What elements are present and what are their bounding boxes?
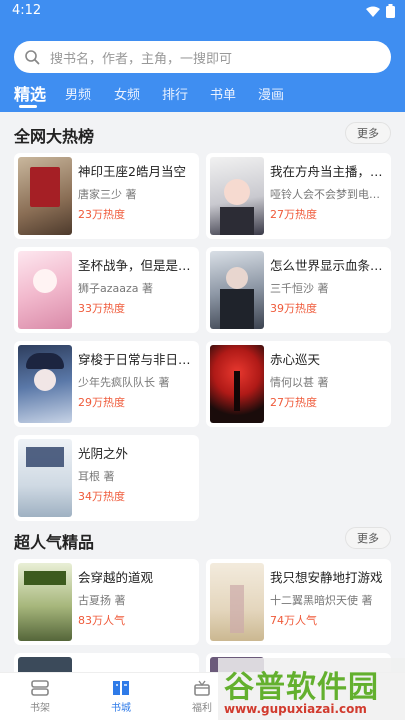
battery-icon: [386, 4, 395, 18]
active-tab-indicator: [19, 105, 37, 108]
wifi-icon: [366, 6, 380, 17]
book-cover: [18, 251, 72, 329]
book-heat: 29万热度: [78, 396, 125, 409]
book-card[interactable]: [14, 653, 199, 672]
search-placeholder: 搜书名，作者，主角，一搜即可: [50, 51, 233, 67]
category-tabs: 精选 男频 女频 排行 书单 漫画: [0, 80, 405, 108]
book-title: 我只想安静地打游戏: [270, 570, 383, 585]
more-button-hot[interactable]: 更多: [345, 122, 391, 144]
book-heat: 27万热度: [270, 208, 317, 221]
book-cover: [18, 345, 72, 423]
book-card[interactable]: 光阴之外 耳根 著 34万热度: [14, 435, 199, 521]
main-content[interactable]: 全网大热榜 更多 神印王座2皓月当空 唐家三少 著 23万热度 我在方舟当主播，…: [0, 112, 405, 672]
book-cover: [18, 657, 72, 672]
book-card[interactable]: 神印王座2皓月当空 唐家三少 著 23万热度: [14, 153, 199, 239]
book-author: 狮子azaaza 著: [78, 282, 154, 295]
watermark-url: www.gupuxiazai.com: [224, 702, 367, 716]
status-time: 4:12: [12, 3, 42, 18]
book-cover: [210, 345, 264, 423]
tab-ranking[interactable]: 排行: [162, 84, 188, 103]
book-author: 情何以甚 著: [270, 376, 329, 389]
book-author: 唐家三少 著: [78, 188, 137, 201]
watermark-text: 谷普软件园: [224, 670, 379, 705]
tab-male[interactable]: 男频: [65, 84, 91, 103]
book-card[interactable]: 我在方舟当主播，不... 哑铃人会不会梦到电子歌... 27万热度: [206, 153, 391, 239]
book-card[interactable]: 穿梭于日常与非日常... 少年先疯队队长 著 29万热度: [14, 341, 199, 427]
book-title: 怎么世界显示血条了...: [270, 258, 386, 273]
more-button-popular[interactable]: 更多: [345, 527, 391, 549]
book-title: 圣杯战争，但是是神...: [78, 258, 194, 273]
nav-label: 书架: [30, 703, 50, 714]
bookshelf-icon: [10, 677, 70, 699]
book-heat: 33万热度: [78, 302, 125, 315]
book-cover: [18, 439, 72, 517]
book-cover: [210, 157, 264, 235]
book-title: 赤心巡天: [270, 352, 321, 367]
book-heat: 83万人气: [78, 614, 125, 627]
book-card[interactable]: 怎么世界显示血条了... 三千恒沙 著 39万热度: [206, 247, 391, 333]
nav-bookshelf[interactable]: 书架: [10, 677, 70, 717]
book-author: 十二翼黑暗炽天使 著: [270, 594, 373, 607]
book-card[interactable]: 赤心巡天 情何以甚 著 27万热度: [206, 341, 391, 427]
book-author: 三千恒沙 著: [270, 282, 329, 295]
status-bar: 4:12: [0, 0, 405, 24]
tab-booklist[interactable]: 书单: [210, 84, 236, 103]
search-input[interactable]: 搜书名，作者，主角，一搜即可: [14, 41, 391, 73]
book-card[interactable]: 圣杯战争，但是是神... 狮子azaaza 著 33万热度: [14, 247, 199, 333]
book-heat: 27万热度: [270, 396, 317, 409]
nav-label: 书城: [111, 703, 131, 714]
book-title: 我在方舟当主播，不...: [270, 164, 386, 179]
status-icons: [366, 4, 395, 18]
book-title: 神印王座2皓月当空: [78, 164, 186, 179]
book-title: 穿梭于日常与非日常...: [78, 352, 194, 367]
top-header: 4:12 搜书名，作者，主角，一搜即可 精选 男频 女频 排行 书单 漫画: [0, 0, 405, 112]
book-author: 哑铃人会不会梦到电子歌...: [270, 188, 386, 201]
book-cover: [18, 157, 72, 235]
bookstore-icon: [91, 677, 151, 699]
tab-comics[interactable]: 漫画: [258, 84, 284, 103]
book-cover: [18, 563, 72, 641]
book-heat: 39万热度: [270, 302, 317, 315]
search-icon: [14, 41, 50, 73]
tab-female[interactable]: 女频: [114, 84, 140, 103]
section-title-hot: 全网大热榜: [14, 127, 95, 146]
book-title: 光阴之外: [78, 446, 129, 461]
book-author: 少年先疯队队长 著: [78, 376, 170, 389]
section-title-popular: 超人气精品: [14, 533, 95, 552]
book-heat: 34万热度: [78, 490, 125, 503]
book-heat: 74万人气: [270, 614, 317, 627]
book-card[interactable]: 我只想安静地打游戏 十二翼黑暗炽天使 著 74万人气: [206, 559, 391, 645]
book-author: 古夏扬 著: [78, 594, 126, 607]
watermark: 谷普软件园 www.gupuxiazai.com: [218, 658, 405, 720]
book-card[interactable]: 会穿越的道观 古夏扬 著 83万人气: [14, 559, 199, 645]
nav-bookstore[interactable]: 书城: [91, 677, 151, 717]
book-cover: [210, 251, 264, 329]
tab-featured[interactable]: 精选: [14, 81, 46, 105]
book-heat: 23万热度: [78, 208, 125, 221]
book-cover: [210, 563, 264, 641]
book-title: 会穿越的道观: [78, 570, 154, 585]
book-author: 耳根 著: [78, 470, 115, 483]
